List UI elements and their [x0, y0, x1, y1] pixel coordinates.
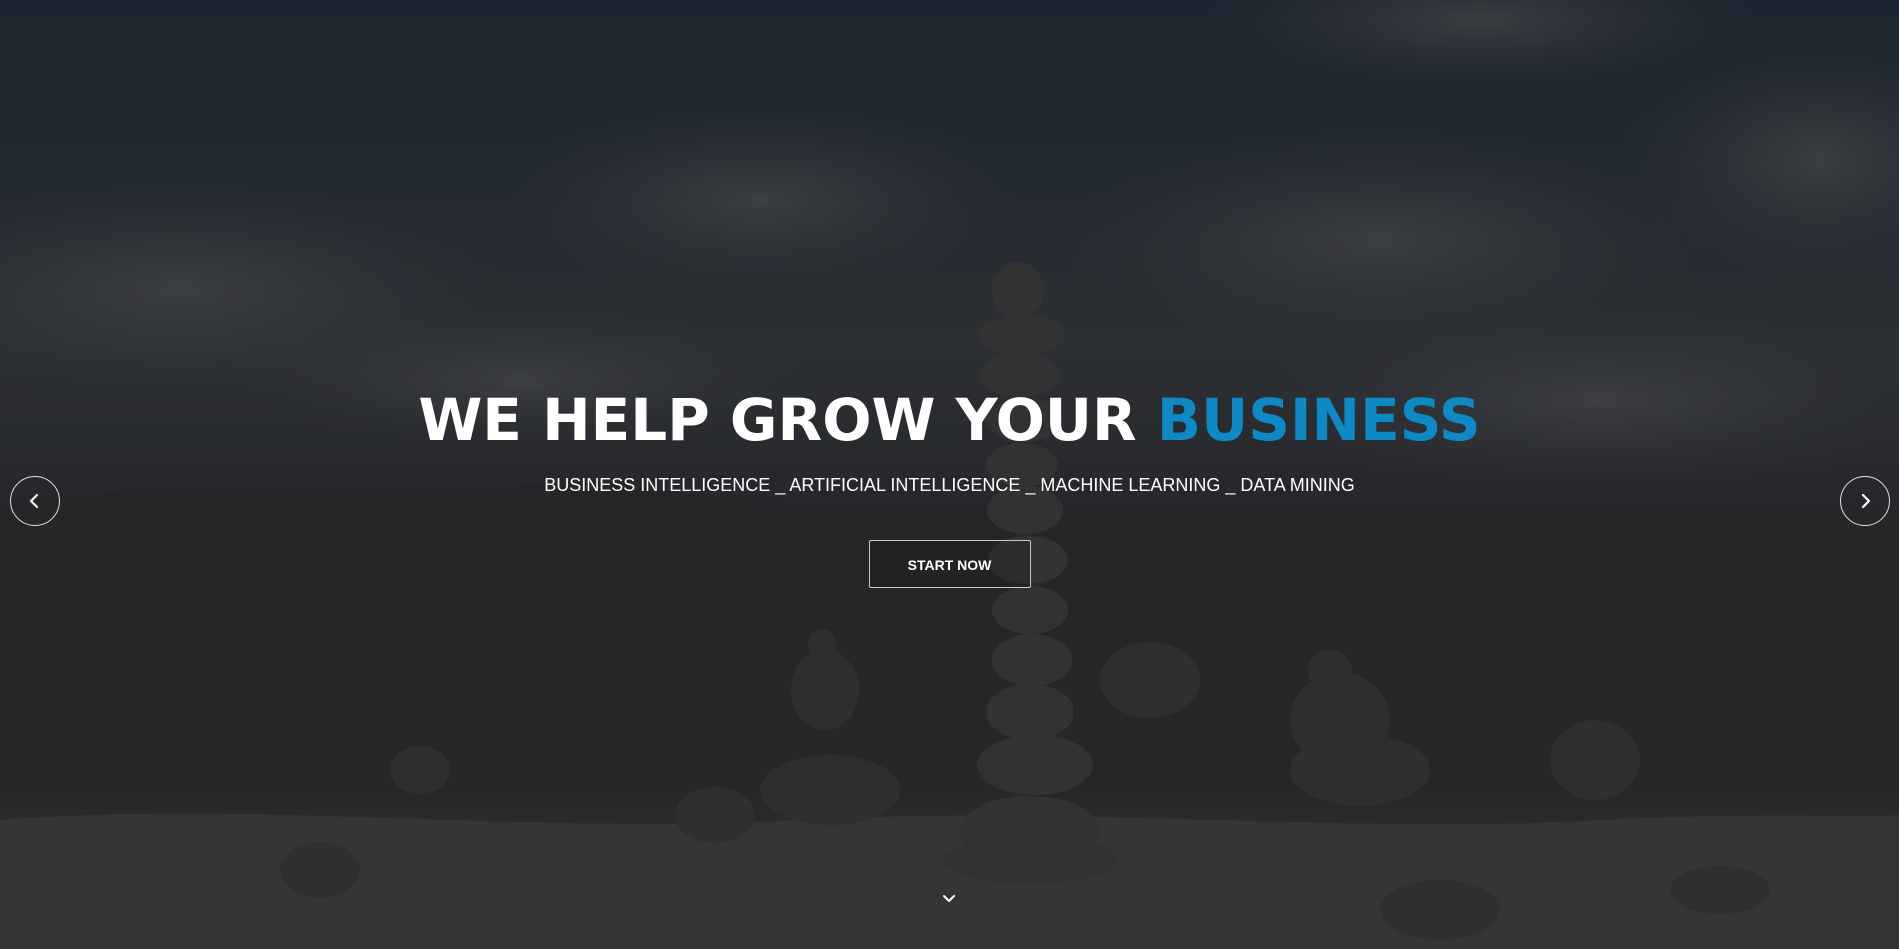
scroll-down-button[interactable]: [937, 889, 961, 909]
hero-subtitle: BUSINESS INTELLIGENCE _ ARTIFICIAL INTEL…: [544, 475, 1355, 495]
chevron-down-icon: [943, 895, 955, 902]
start-now-button[interactable]: START NOW: [868, 540, 1031, 588]
hero-section: WE HELP GROW YOUR BUSINESS BUSINESS INTE…: [0, 0, 1899, 949]
hero-content: WE HELP GROW YOUR BUSINESS BUSINESS INTE…: [0, 385, 1899, 588]
hero-title-main: WE HELP GROW YOUR: [418, 386, 1137, 454]
hero-title-accent: BUSINESS: [1156, 386, 1481, 454]
hero-title: WE HELP GROW YOUR BUSINESS: [0, 385, 1899, 455]
